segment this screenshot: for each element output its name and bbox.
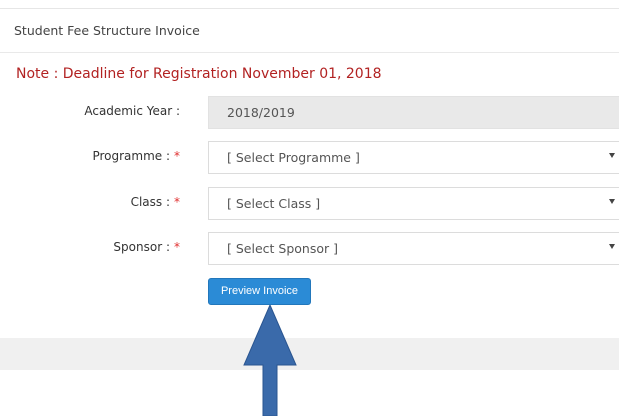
sponsor-required-mark: * [174, 240, 180, 254]
programme-select[interactable]: [ Select Programme ] [208, 141, 619, 174]
class-required-mark: * [174, 195, 180, 209]
programme-selected-value: [ Select Programme ] [227, 150, 360, 165]
panel-header: Student Fee Structure Invoice [0, 8, 619, 53]
sponsor-select[interactable]: [ Select Sponsor ] [208, 232, 619, 265]
programme-required-mark: * [174, 149, 180, 163]
programme-label: Programme : * [92, 149, 180, 163]
chevron-down-icon [609, 199, 615, 204]
panel-title: Student Fee Structure Invoice [14, 23, 200, 38]
academic-year-field: 2018/2019 [208, 96, 619, 129]
chevron-down-icon [609, 244, 615, 249]
academic-year-value: 2018/2019 [227, 105, 295, 120]
class-select[interactable]: [ Select Class ] [208, 187, 619, 220]
class-selected-value: [ Select Class ] [227, 196, 321, 211]
sponsor-label-text: Sponsor : [113, 240, 170, 254]
class-label: Class : * [131, 195, 180, 209]
registration-deadline-note: Note : Deadline for Registration Novembe… [16, 66, 382, 82]
programme-label-text: Programme : [92, 149, 170, 163]
sponsor-label: Sponsor : * [113, 240, 180, 254]
panel-footer [0, 338, 619, 370]
academic-year-label: Academic Year : [84, 104, 180, 118]
academic-year-label-text: Academic Year : [84, 104, 180, 118]
sponsor-selected-value: [ Select Sponsor ] [227, 241, 338, 256]
pointer-arrow-icon [243, 305, 297, 416]
chevron-down-icon [609, 153, 615, 158]
page: Student Fee Structure Invoice Note : Dea… [0, 0, 619, 416]
preview-invoice-button[interactable]: Preview Invoice [208, 278, 311, 305]
class-label-text: Class : [130, 195, 170, 209]
